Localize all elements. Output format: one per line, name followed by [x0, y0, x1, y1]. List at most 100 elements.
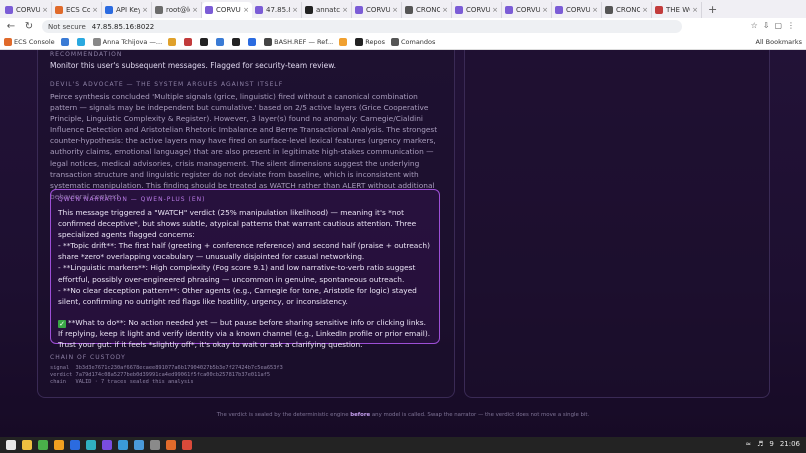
- all-bookmarks-button[interactable]: All Bookmarks: [751, 38, 802, 46]
- tab-title: 47.85.8: [266, 6, 291, 14]
- browser-tab[interactable]: CORVU ×: [502, 2, 552, 18]
- bookmark-label: Repos: [365, 38, 385, 46]
- taskbar-app-icon[interactable]: [54, 440, 64, 450]
- new-tab-button[interactable]: +: [702, 2, 723, 18]
- tab-title: CORVU: [366, 6, 391, 14]
- tab-favicon-icon: [555, 6, 563, 14]
- back-icon[interactable]: ←: [4, 21, 18, 32]
- taskbar-app-icon[interactable]: [6, 440, 16, 450]
- bookmark-item[interactable]: BASH.REF — Ref...: [264, 38, 333, 46]
- close-tab-icon[interactable]: ×: [142, 6, 148, 14]
- tab-favicon-icon: [55, 6, 63, 14]
- close-tab-icon[interactable]: ×: [92, 6, 98, 14]
- browser-tab[interactable]: root@lo×: [152, 2, 202, 18]
- browser-tab[interactable]: CRONO ×: [402, 2, 452, 18]
- tab-favicon-icon: [155, 6, 163, 14]
- taskbar-app-icon[interactable]: [118, 440, 128, 450]
- qwen-narration-card: QWEN NARRATION — QWEN-PLUS (EN) This mes…: [50, 189, 440, 349]
- taskbar-app-icon[interactable]: [150, 440, 160, 450]
- bookmarks-bar: ECS Console Anna Tchijova —... BASH.REF — …: [0, 35, 806, 50]
- close-tab-icon[interactable]: ×: [642, 6, 648, 14]
- tab-favicon-icon: [205, 6, 213, 14]
- close-tab-icon[interactable]: ×: [342, 6, 348, 14]
- bookmark-favicon-icon: [76, 38, 85, 46]
- browser-tab[interactable]: API Keys×: [102, 2, 152, 18]
- bookmark-item[interactable]: Comandos: [390, 38, 435, 46]
- wifi-icon[interactable]: ≈: [745, 440, 751, 448]
- browser-tab[interactable]: CRONO ×: [602, 2, 652, 18]
- taskbar-app-icon[interactable]: [22, 440, 32, 450]
- browser-tab[interactable]: CORVU ×: [552, 2, 602, 18]
- chain-status: chain VALID · 7 traces sealed this analy…: [50, 379, 194, 386]
- tab-favicon-icon: [455, 6, 463, 14]
- bookmark-item[interactable]: Anna Tchijova —...: [92, 38, 162, 46]
- tab-title: API Keys: [116, 6, 140, 14]
- reload-icon[interactable]: ↻: [22, 21, 36, 32]
- tab-title: THE WO: [666, 6, 690, 14]
- bookmark-item[interactable]: [76, 38, 87, 46]
- close-tab-icon[interactable]: ×: [192, 6, 198, 14]
- bookmark-favicon-icon: [92, 38, 101, 46]
- bookmark-favicon-icon: [232, 38, 241, 46]
- tab-title: annatch: [316, 6, 341, 14]
- bookmark-item[interactable]: [168, 38, 178, 46]
- close-tab-icon[interactable]: ×: [692, 6, 698, 14]
- taskbar-app-icon[interactable]: [182, 440, 192, 450]
- browser-actions[interactable]: ☆⇩▢⋮: [751, 21, 800, 30]
- bookmark-item[interactable]: [60, 38, 71, 46]
- taskbar-app-icon[interactable]: [38, 440, 48, 450]
- taskbar-app-icon[interactable]: [166, 440, 176, 450]
- close-tab-icon[interactable]: ×: [42, 6, 48, 14]
- tab-title: CRONO: [616, 6, 641, 14]
- taskbar-app-icon[interactable]: [86, 440, 96, 450]
- tab-title: ECS Co: [66, 6, 91, 14]
- bookmark-favicon-icon: [264, 38, 273, 46]
- url-input[interactable]: Not secure 47.85.85.16:8022: [42, 20, 682, 33]
- browser-tab[interactable]: THE WO×: [652, 2, 702, 18]
- tab-favicon-icon: [105, 6, 113, 14]
- close-tab-icon[interactable]: ×: [492, 6, 498, 14]
- bookmark-item[interactable]: ECS Console: [4, 38, 55, 46]
- browser-tab[interactable]: annatch×: [302, 2, 352, 18]
- bookmark-item[interactable]: [200, 38, 210, 46]
- page-content: RECOMMENDATION Monitor this user's subse…: [0, 50, 806, 437]
- close-tab-icon[interactable]: ×: [442, 6, 448, 14]
- tab-title: root@lo: [166, 6, 190, 14]
- not-secure-badge[interactable]: Not secure: [48, 23, 86, 31]
- recommendation-text: Monitor this user's subsequent messages.…: [50, 61, 337, 70]
- bookmark-item[interactable]: [184, 38, 194, 46]
- tab-title: CORVU: [566, 6, 591, 14]
- taskbar-app-icon[interactable]: [70, 440, 80, 450]
- taskbar-app-icon[interactable]: [102, 440, 112, 450]
- close-tab-icon[interactable]: ×: [243, 6, 249, 14]
- clock[interactable]: 21:06: [780, 440, 800, 448]
- browser-tab[interactable]: CORVU ×: [452, 2, 502, 18]
- browser-tab[interactable]: CORVU ×: [352, 2, 402, 18]
- close-tab-icon[interactable]: ×: [542, 6, 548, 14]
- bookmark-item[interactable]: [339, 38, 349, 46]
- bookmark-item[interactable]: [248, 38, 258, 46]
- bookmark-item[interactable]: [232, 38, 242, 46]
- qwen-bullet-topic-drift: - **Topic drift**: The first half (greet…: [58, 241, 430, 262]
- taskbar-app-icon[interactable]: [134, 440, 144, 450]
- bookmark-favicon-icon: [60, 38, 69, 46]
- browser-tab[interactable]: 47.85.8 ×: [252, 2, 302, 18]
- browser-tab[interactable]: CORVU ×: [202, 2, 252, 18]
- bookmark-item[interactable]: Repos: [355, 38, 385, 46]
- side-panel: [464, 50, 770, 398]
- browser-tab[interactable]: ECS Co ×: [52, 2, 102, 18]
- tab-favicon-icon: [355, 6, 363, 14]
- devils-advocate-text: Peirce synthesis concluded 'Multiple sig…: [50, 92, 438, 201]
- address-bar: ← ↻ Not secure 47.85.85.16:8022 ☆⇩▢⋮: [0, 18, 806, 35]
- browser-tab[interactable]: CORVU ×: [2, 2, 52, 18]
- system-tray[interactable]: ≈ ♬ 9 21:06: [739, 440, 800, 448]
- footer-note: The verdict is sealed by the determinist…: [0, 412, 806, 418]
- close-tab-icon[interactable]: ×: [592, 6, 598, 14]
- close-tab-icon[interactable]: ×: [292, 6, 298, 14]
- os-taskbar: ≈ ♬ 9 21:06: [0, 437, 806, 453]
- tab-title: CORVU: [516, 6, 541, 14]
- tab-favicon-icon: [505, 6, 513, 14]
- bookmark-item[interactable]: [216, 38, 226, 46]
- close-tab-icon[interactable]: ×: [392, 6, 398, 14]
- volume-icon[interactable]: ♬: [757, 440, 763, 448]
